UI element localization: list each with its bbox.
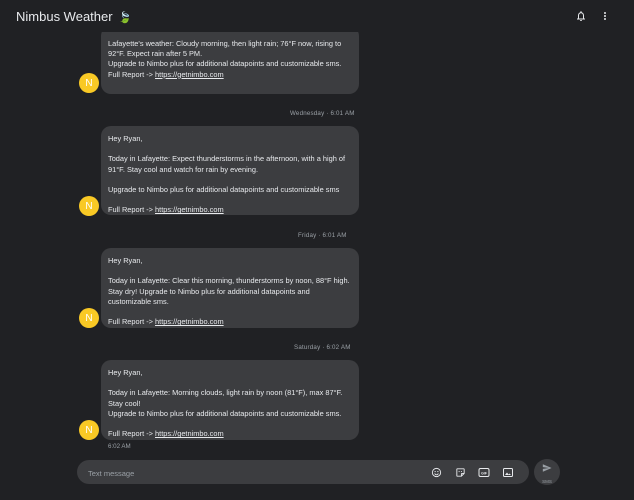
send-icon — [542, 460, 552, 478]
message-bubble: Hey Ryan, ​ Today in Lafayette: Expect t… — [101, 126, 359, 215]
message-bubble: Hey Ryan, ​ Today in Lafayette: Morning … — [101, 360, 359, 440]
title-text: Nimbus Weather — [16, 9, 113, 24]
report-line: Full Report -> https://getnimbo.com — [108, 70, 351, 80]
message-line: Today in Lafayette: Clear this morning, … — [108, 276, 352, 306]
sticker-icon[interactable] — [453, 465, 467, 479]
report-prefix: Full Report -> — [108, 317, 156, 327]
report-prefix: Full Report -> — [108, 69, 156, 79]
message-line: ​ — [108, 175, 351, 185]
message-time: 6:02 AM — [108, 443, 131, 450]
message-line: ​ — [108, 266, 351, 276]
message-line: Hey Ryan, — [108, 256, 143, 265]
message-bubble: Hey Ryan, ​ Today in Lafayette: Clear th… — [101, 248, 359, 328]
conversation-thread: Lafayette's weather: Cloudy morning, the… — [0, 0, 634, 455]
send-mode-label: SMS — [542, 479, 552, 484]
message-date: Saturday · 6:02 AM — [294, 344, 351, 351]
report-line: Full Report -> https://getnimbo.com — [108, 205, 351, 215]
message-line: Hey Ryan, — [108, 134, 143, 143]
message-line: Upgrade to Nimbo plus for additional dat… — [108, 59, 342, 69]
avatar-initial: N — [85, 77, 93, 89]
leaf-emoji: 🍃 — [118, 12, 132, 24]
message-line: Upgrade to Nimbo plus for additional dat… — [108, 185, 340, 195]
report-line: Full Report -> https://getnimbo.com — [108, 317, 351, 327]
message-line: Today in Lafayette: Morning clouds, ligh… — [108, 388, 345, 408]
message-line: ​ — [108, 195, 351, 205]
emoji-icon[interactable] — [429, 465, 443, 479]
report-prefix: Full Report -> — [108, 429, 156, 439]
report-link[interactable]: https://getnimbo.com — [155, 70, 224, 79]
avatar[interactable]: N — [79, 196, 99, 216]
more-vert-icon[interactable] — [597, 8, 613, 24]
app-bar: Nimbus Weather 🍃 — [0, 0, 634, 32]
avatar[interactable]: N — [79, 73, 99, 93]
bell-icon[interactable] — [573, 8, 589, 24]
message-line: Lafayette's weather: Cloudy morning, the… — [108, 39, 344, 59]
report-line: Full Report -> https://getnimbo.com — [108, 429, 351, 439]
gif-icon[interactable]: GIF — [477, 465, 491, 479]
report-prefix: Full Report -> — [108, 205, 156, 215]
avatar-initial: N — [85, 200, 93, 212]
message-date: Wednesday · 6:01 AM — [290, 110, 355, 117]
message-line: ​ — [108, 144, 351, 154]
message-line: Upgrade to Nimbo plus for additional dat… — [108, 408, 342, 418]
avatar[interactable]: N — [79, 420, 99, 440]
message-line: Hey Ryan, — [108, 368, 143, 377]
message-composer: GIF — [77, 460, 529, 484]
message-line: ​ — [108, 378, 351, 388]
send-button[interactable]: SMS — [534, 459, 560, 485]
message-line: Today in Lafayette: Expect thunderstorms… — [108, 154, 348, 174]
message-bubble: Lafayette's weather: Cloudy morning, the… — [101, 26, 359, 94]
message-date: Friday · 6:01 AM — [298, 232, 347, 239]
report-link[interactable]: https://getnimbo.com — [155, 429, 224, 438]
image-icon[interactable] — [501, 465, 515, 479]
report-link[interactable]: https://getnimbo.com — [155, 317, 224, 326]
message-line: ​ — [108, 307, 351, 317]
report-link[interactable]: https://getnimbo.com — [155, 205, 224, 214]
svg-text:GIF: GIF — [481, 471, 488, 475]
avatar[interactable]: N — [79, 308, 99, 328]
message-line: ​ — [108, 419, 351, 429]
message-input[interactable] — [86, 465, 390, 481]
avatar-initial: N — [85, 312, 93, 324]
conversation-title[interactable]: Nimbus Weather 🍃 — [16, 9, 132, 24]
avatar-initial: N — [85, 424, 93, 436]
